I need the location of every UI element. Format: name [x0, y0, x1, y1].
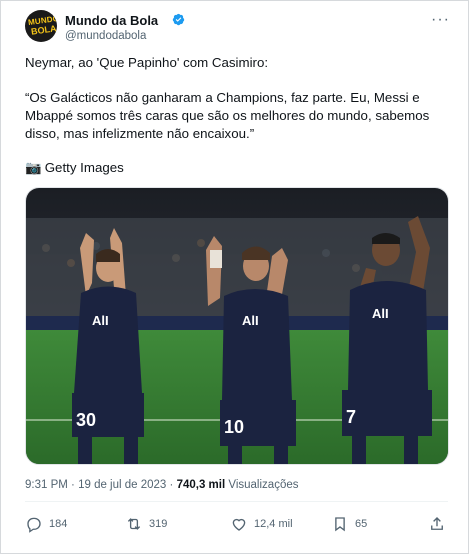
- tweet-text-line1: Neymar, ao 'Que Papinho' com Casimiro:: [25, 55, 269, 70]
- tweet-time[interactable]: 9:31 PM: [25, 479, 68, 491]
- views-count: 740,3 mil: [176, 479, 226, 491]
- avatar[interactable]: MUNDO BOLA: [25, 10, 57, 42]
- tweet-quote: “Os Galácticos não ganharam a Champions,…: [25, 90, 430, 141]
- heart-icon: [232, 518, 246, 531]
- tweet-meta: 9:31 PM · 19 de jul de 2023 · 740,3 mil …: [25, 479, 298, 491]
- avatar-logo-text-bottom: BOLA: [30, 23, 57, 37]
- tweet-actions: 184 319 12,4 mil 65: [25, 513, 448, 535]
- retweet-count: 319: [149, 518, 168, 530]
- share-button[interactable]: [428, 513, 452, 535]
- author-handle[interactable]: @mundodabola: [65, 30, 146, 42]
- svg-text:10: 10: [224, 417, 244, 437]
- meta-separator: ·: [71, 479, 75, 491]
- views-label: Visualizações: [228, 479, 299, 491]
- bookmark-button[interactable]: 65: [331, 513, 367, 535]
- author-name[interactable]: Mundo da Bola: [65, 13, 158, 28]
- share-icon: [431, 517, 443, 530]
- reply-count: 184: [49, 518, 68, 530]
- svg-text:AlI: AlI: [372, 306, 389, 321]
- svg-text:30: 30: [76, 410, 96, 430]
- retweet-icon: [127, 518, 141, 530]
- bookmark-count: 65: [355, 518, 368, 530]
- retweet-button[interactable]: 319: [125, 513, 167, 535]
- like-count: 12,4 mil: [254, 518, 293, 530]
- svg-text:AlI: AlI: [92, 313, 109, 328]
- tweet-header: MUNDO BOLA Mundo da Bola @mundodabola ··…: [25, 10, 456, 44]
- photo-illustration: AlI 30 AlI 10 AlI 7: [26, 188, 448, 464]
- like-button[interactable]: 12,4 mil: [230, 513, 293, 535]
- camera-icon: 📷: [25, 160, 42, 175]
- reply-button[interactable]: 184: [25, 513, 67, 535]
- meta-separator-2: ·: [169, 479, 174, 491]
- tweet-card: MUNDO BOLA Mundo da Bola @mundodabola ··…: [0, 0, 469, 554]
- verified-badge-icon: [172, 13, 185, 26]
- credit-text: Getty Images: [44, 160, 124, 175]
- bookmark-icon: [335, 517, 345, 532]
- svg-text:AlI: AlI: [242, 313, 259, 328]
- tweet-photo[interactable]: AlI 30 AlI 10 AlI 7: [25, 187, 449, 465]
- tweet-credit: 📷 Getty Images: [25, 159, 445, 177]
- reply-icon: [27, 517, 41, 533]
- svg-text:7: 7: [346, 407, 356, 427]
- more-horizontal-icon[interactable]: ···: [431, 11, 450, 29]
- divider: [25, 501, 448, 502]
- tweet-date[interactable]: 19 de jul de 2023: [78, 479, 166, 491]
